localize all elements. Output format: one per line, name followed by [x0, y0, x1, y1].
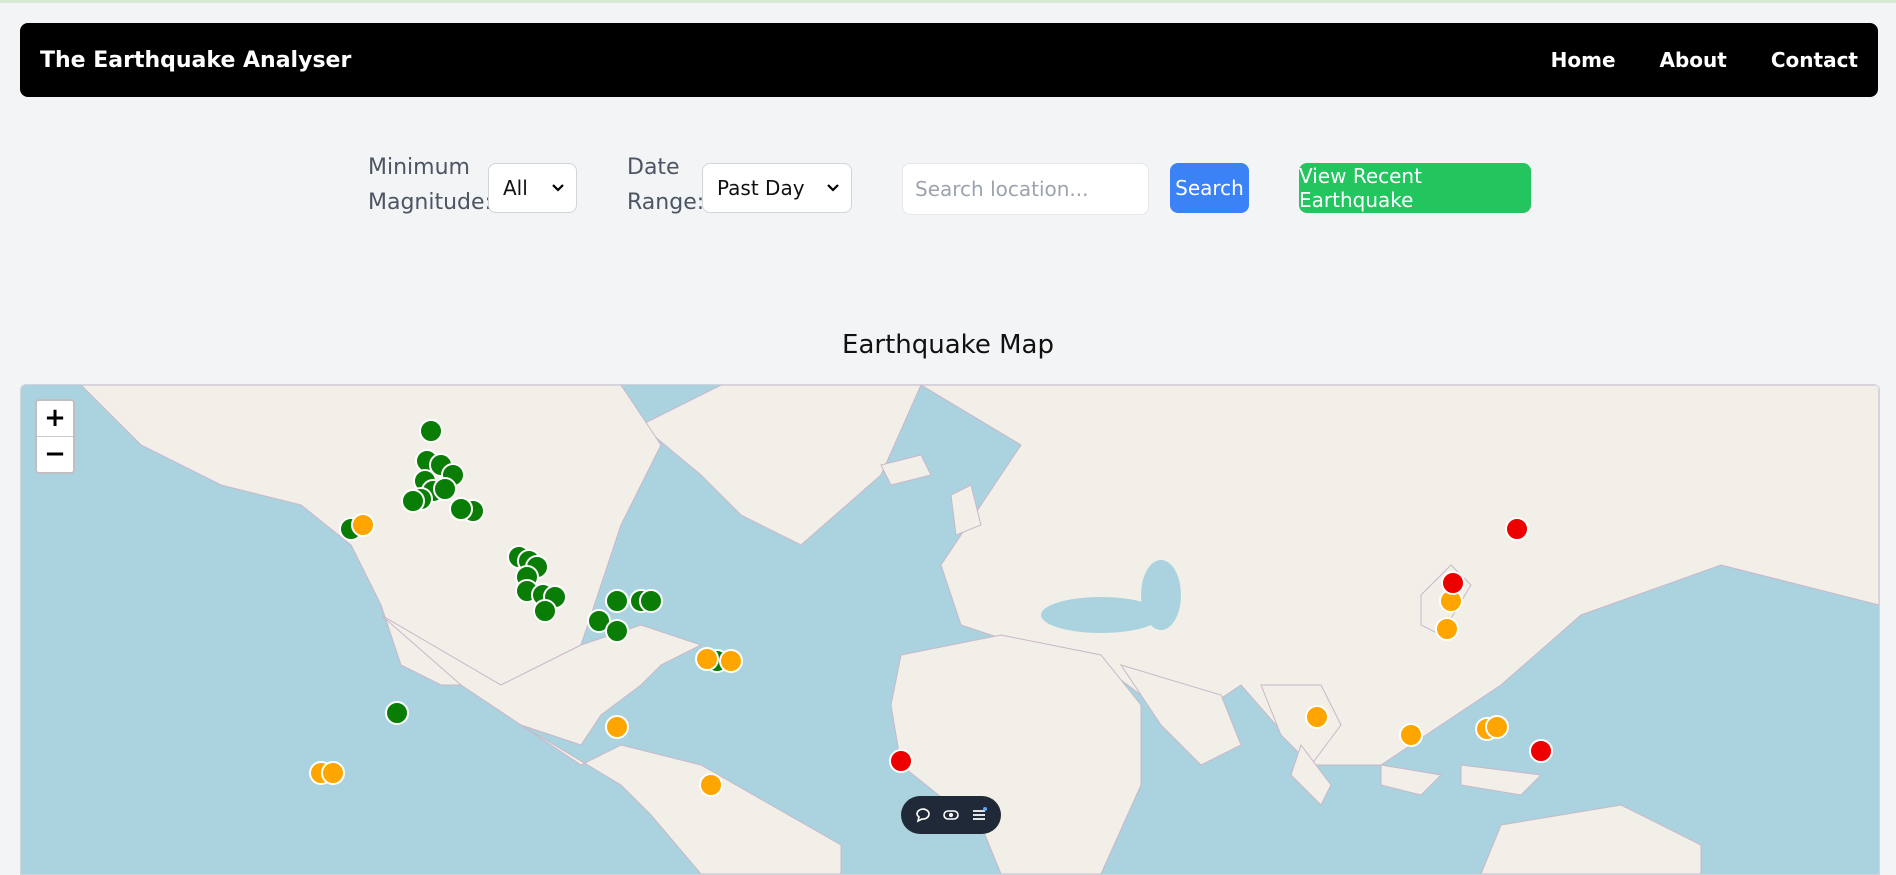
earthquake-marker[interactable]: [1505, 517, 1529, 541]
earthquake-marker[interactable]: [351, 513, 375, 537]
earthquake-marker[interactable]: [605, 715, 629, 739]
min-magnitude-label: Minimum Magnitude:: [368, 155, 492, 215]
earthquake-marker[interactable]: [533, 599, 557, 623]
earthquake-marker[interactable]: [889, 749, 913, 773]
date-range-select[interactable]: Past Day: [702, 163, 852, 213]
search-button[interactable]: Search: [1170, 163, 1249, 213]
zoom-out-button[interactable]: −: [37, 436, 73, 472]
earthquake-marker[interactable]: [1529, 739, 1553, 763]
earthquake-marker[interactable]: [605, 619, 629, 643]
earthquake-marker[interactable]: [321, 761, 345, 785]
earthquake-marker[interactable]: [1305, 705, 1329, 729]
zoom-control: + −: [35, 399, 75, 474]
chevron-down-icon: [827, 184, 839, 192]
floating-toolbar: [901, 796, 1001, 834]
chevron-down-icon: [552, 184, 564, 192]
earthquake-marker[interactable]: [1441, 571, 1465, 595]
earthquake-marker[interactable]: [695, 647, 719, 671]
top-accent-line: [0, 0, 1896, 3]
zoom-in-button[interactable]: +: [37, 401, 73, 436]
nav-home-link[interactable]: Home: [1551, 48, 1616, 72]
earthquake-marker[interactable]: [1435, 617, 1459, 641]
earthquake-marker[interactable]: [449, 497, 473, 521]
nav-links: Home About Contact: [1551, 48, 1858, 72]
chat-icon[interactable]: [914, 806, 932, 824]
search-location-input[interactable]: Search location...: [902, 163, 1149, 215]
earthquake-marker[interactable]: [1485, 715, 1509, 739]
eye-icon[interactable]: [942, 806, 960, 824]
brand-title: The Earthquake Analyser: [40, 47, 352, 73]
date-range-value: Past Day: [717, 176, 805, 200]
earthquake-marker[interactable]: [639, 589, 663, 613]
filter-controls: Minimum Magnitude: All Date Range: Past …: [0, 150, 1896, 230]
earthquake-marker[interactable]: [385, 701, 409, 725]
earthquake-marker[interactable]: [1399, 723, 1423, 747]
min-magnitude-select[interactable]: All: [488, 163, 577, 213]
earthquake-marker[interactable]: [401, 489, 425, 513]
view-recent-earthquake-button[interactable]: View Recent Earthquake: [1299, 163, 1531, 213]
earthquake-marker[interactable]: [605, 589, 629, 613]
map-title: Earthquake Map: [842, 330, 1054, 360]
earthquake-marker[interactable]: [719, 649, 743, 673]
earthquake-marker[interactable]: [433, 477, 457, 501]
nav-contact-link[interactable]: Contact: [1771, 48, 1858, 72]
list-icon[interactable]: [970, 806, 988, 824]
earthquake-marker[interactable]: [699, 773, 723, 797]
nav-about-link[interactable]: About: [1660, 48, 1727, 72]
earthquake-marker[interactable]: [419, 419, 443, 443]
navbar: The Earthquake Analyser Home About Conta…: [20, 23, 1878, 97]
min-magnitude-value: All: [503, 176, 528, 200]
date-range-label: Date Range:: [627, 155, 705, 215]
